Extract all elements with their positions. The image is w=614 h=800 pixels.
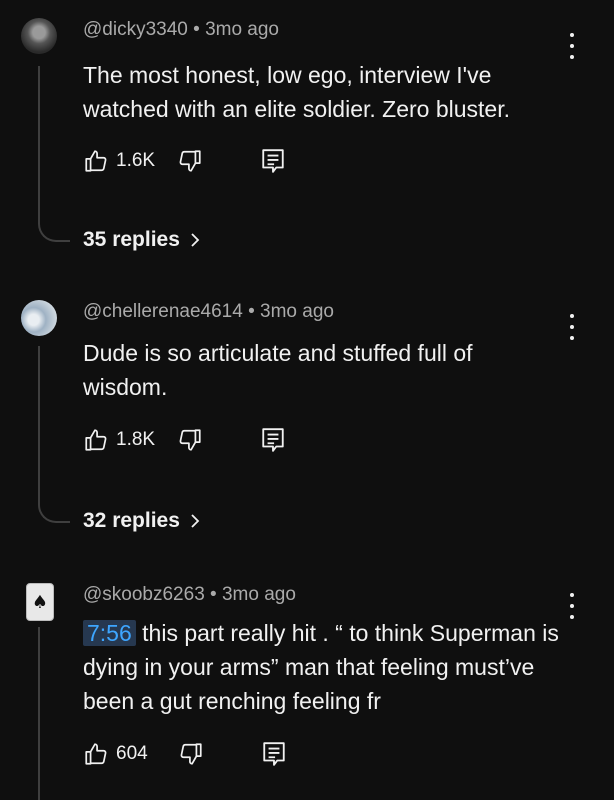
comment-author[interactable]: @skoobz6263: [83, 584, 205, 605]
like-count: 604: [116, 743, 148, 764]
like-button[interactable]: 1.6K: [83, 148, 155, 174]
comment-reply-icon: [262, 428, 284, 452]
dislike-button[interactable]: [177, 148, 203, 174]
comment-text: The most honest, low ego, interview I've…: [83, 62, 511, 122]
comment-reply-icon: [263, 742, 285, 766]
dislike-button[interactable]: [177, 427, 203, 453]
comment-age: 3mo ago: [260, 301, 334, 322]
comment-author[interactable]: @chellerenae4614: [83, 301, 243, 322]
thumbs-down-icon: [180, 743, 202, 765]
meta-separator: •: [210, 584, 217, 605]
dislike-button[interactable]: [178, 741, 204, 767]
replies-count: 32 replies: [83, 509, 180, 532]
thumbs-up-icon: [85, 150, 107, 172]
comment-meta: @chellerenae4614 • 3mo ago: [83, 301, 334, 323]
meta-separator: •: [248, 301, 255, 322]
comment-meta: @skoobz6263 • 3mo ago: [83, 584, 296, 606]
like-button[interactable]: 604: [83, 741, 148, 767]
reply-thread-line: [38, 346, 70, 523]
more-options-icon[interactable]: [562, 314, 582, 340]
thumbs-down-icon: [179, 150, 201, 172]
chevron-right-icon: [191, 233, 200, 247]
like-count: 1.8K: [116, 429, 156, 450]
comment-meta: @dicky3340 • 3mo ago: [83, 19, 279, 41]
comment-actions: 604: [83, 739, 286, 769]
reply-button[interactable]: [261, 427, 285, 453]
comment-age: 3mo ago: [205, 19, 280, 40]
avatar[interactable]: [21, 18, 57, 54]
more-options-icon[interactable]: [562, 593, 582, 619]
comment-text: Dude is so articulate and stuffed full o…: [83, 340, 473, 400]
chevron-right-icon: [191, 514, 200, 528]
view-replies-button[interactable]: 35 replies: [83, 228, 200, 252]
comment-body: this part really hit . “ to think Superm…: [83, 620, 559, 714]
avatar[interactable]: [21, 300, 57, 336]
reply-thread-line: [38, 627, 40, 800]
replies-count: 35 replies: [83, 228, 180, 251]
view-replies-button[interactable]: 32 replies: [83, 509, 200, 533]
comment-text: 7:56 this part really hit . “ to think S…: [83, 616, 563, 718]
more-options-icon[interactable]: [562, 33, 582, 59]
avatar[interactable]: ♠: [26, 583, 54, 621]
like-count: 1.6K: [116, 150, 156, 171]
comment-author[interactable]: @dicky3340: [83, 19, 188, 40]
video-timestamp-link[interactable]: 7:56: [83, 620, 136, 646]
comment-actions: 1.8K: [83, 425, 285, 455]
ace-of-spades-icon: ♠: [31, 591, 49, 613]
reply-button[interactable]: [261, 148, 285, 174]
thumbs-up-icon: [85, 743, 107, 765]
comment-age: 3mo ago: [221, 584, 296, 605]
like-button[interactable]: 1.8K: [83, 427, 155, 453]
comment-reply-icon: [262, 149, 284, 173]
reply-button[interactable]: [262, 741, 286, 767]
thumbs-down-icon: [179, 429, 201, 451]
meta-separator: •: [193, 19, 200, 40]
comment-actions: 1.6K: [83, 146, 285, 176]
thumbs-up-icon: [85, 429, 107, 451]
reply-thread-line: [38, 66, 70, 242]
